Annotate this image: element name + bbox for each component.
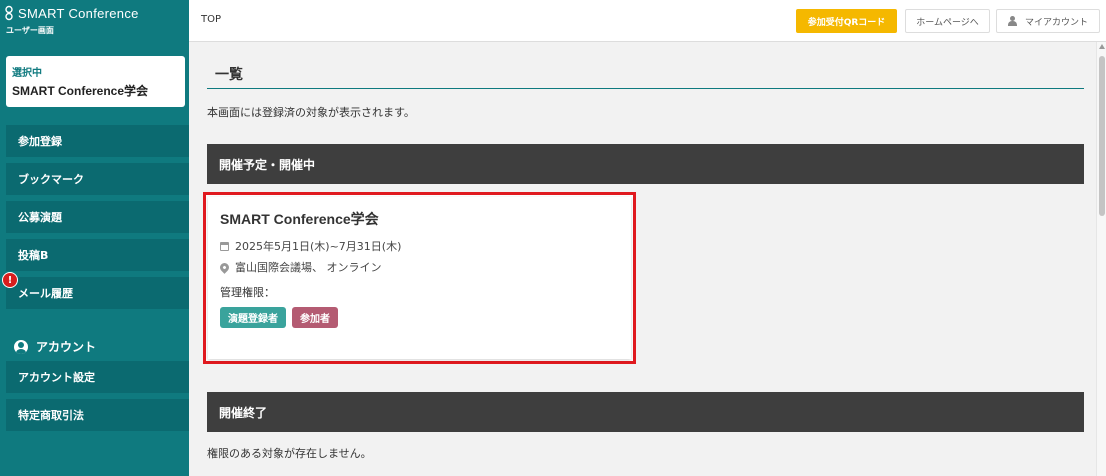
brand[interactable]: SMART Conference ユーザー画面	[4, 4, 139, 36]
location-pin-icon	[218, 260, 231, 274]
sidebar-item-label: 特定商取引法	[18, 409, 84, 422]
conference-dates-row: 2025年5月1日(木)~7月31日(木)	[220, 238, 619, 254]
selected-label: 選択中	[12, 68, 42, 79]
sidebar-item-label: ブックマーク	[18, 173, 84, 186]
brand-subtitle: ユーザー画面	[6, 26, 54, 35]
account-section-heading: アカウント	[14, 338, 96, 355]
sidebar-item-label: メール履歴	[18, 287, 73, 300]
sidebar: SMART Conference ユーザー画面 選択中 SMART Confer…	[0, 0, 189, 476]
ended-heading: 開催終了	[219, 405, 268, 420]
title-divider	[207, 88, 1084, 89]
sidebar-item-bookmark[interactable]: ブックマーク	[6, 163, 189, 195]
alert-badge-icon: !	[2, 272, 18, 288]
homepage-button[interactable]: ホームページへ	[905, 9, 990, 33]
ended-section-header: 開催終了	[207, 392, 1084, 432]
sidebar-item-label: アカウント設定	[18, 371, 95, 384]
sidebar-item-commerce-law[interactable]: 特定商取引法	[6, 399, 189, 431]
my-account-button[interactable]: マイアカウント	[996, 9, 1100, 33]
scroll-up-arrow-icon[interactable]	[1099, 44, 1105, 49]
brand-logo-icon	[5, 5, 13, 21]
breadcrumb[interactable]: TOP	[201, 14, 221, 25]
sidebar-item-submission-b[interactable]: 投稿B	[6, 239, 189, 271]
tag-participant: 参加者	[292, 307, 338, 328]
sidebar-item-label: 投稿B	[18, 249, 49, 262]
permission-label: 管理権限：	[220, 286, 275, 299]
upcoming-section-header: 開催予定・開催中	[207, 144, 1084, 184]
conference-venue-row: 富山国際会議場、 オンライン	[218, 259, 619, 275]
sidebar-item-label: 公募演題	[18, 211, 62, 224]
sidebar-item-registration[interactable]: 参加登録	[6, 125, 189, 157]
selected-conference-card[interactable]: 選択中 SMART Conference学会	[6, 56, 185, 107]
scrollbar[interactable]	[1096, 42, 1106, 476]
user-icon	[1007, 16, 1017, 26]
selected-conference-name: SMART Conference学会	[12, 84, 149, 98]
upcoming-heading: 開催予定・開催中	[219, 157, 316, 172]
conference-venue: 富山国際会議場、 オンライン	[235, 261, 382, 274]
conference-card[interactable]: SMART Conference学会 2025年5月1日(木)~7月31日(木)…	[203, 192, 636, 364]
conference-name[interactable]: SMART Conference学会	[220, 209, 619, 229]
sidebar-item-account-settings[interactable]: アカウント設定	[6, 361, 189, 393]
account-circle-icon	[14, 339, 28, 354]
sidebar-item-label: 参加登録	[18, 135, 62, 148]
my-account-label: マイアカウント	[1024, 17, 1088, 28]
top-bar: TOP 参加受付QRコード ホームページへ マイアカウント	[189, 0, 1106, 42]
calendar-icon	[220, 241, 229, 251]
scrollbar-thumb[interactable]	[1099, 56, 1105, 216]
tag-presenter: 演題登録者	[220, 307, 286, 328]
account-heading-label: アカウント	[36, 340, 97, 354]
permission-tags: 演題登録者 参加者	[220, 307, 619, 328]
conference-dates: 2025年5月1日(木)~7月31日(木)	[235, 240, 402, 253]
conference-card-body: SMART Conference学会 2025年5月1日(木)~7月31日(木)…	[208, 197, 631, 359]
ended-empty-message: 権限のある対象が存在しません。	[207, 447, 372, 460]
page-title: 一覧	[215, 67, 243, 83]
sidebar-item-open-call[interactable]: 公募演題	[6, 201, 189, 233]
qr-reception-button[interactable]: 参加受付QRコード	[796, 9, 897, 33]
brand-title: SMART Conference	[18, 5, 139, 21]
sidebar-item-mail-history[interactable]: メール履歴	[6, 277, 189, 309]
page-description: 本画面には登録済の対象が表示されます。	[207, 106, 415, 119]
